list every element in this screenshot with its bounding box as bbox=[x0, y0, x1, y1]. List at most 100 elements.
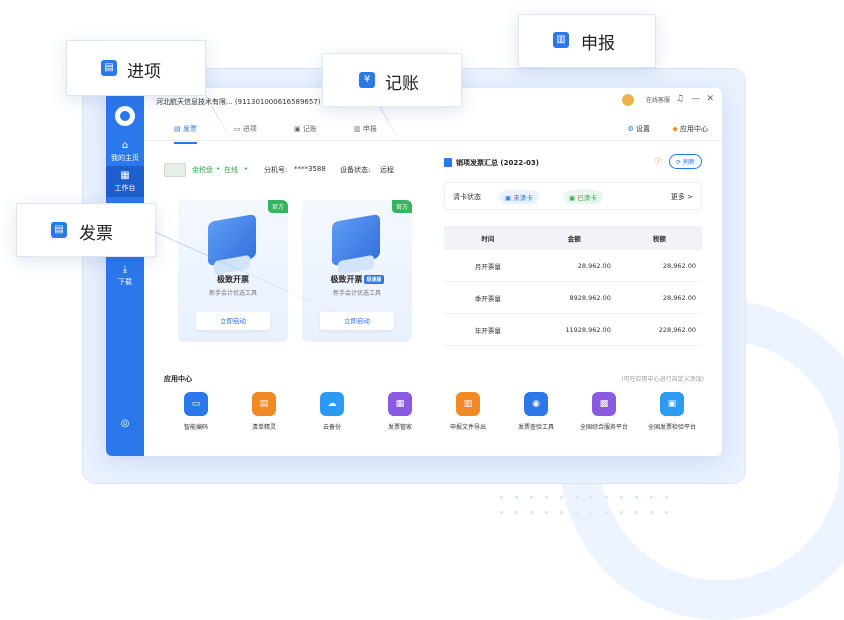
gear-icon: ⚙ bbox=[627, 125, 634, 133]
branch-value: ****3588 bbox=[294, 165, 326, 173]
app-item[interactable]: ▦ 发票管家 bbox=[368, 392, 432, 431]
app-center-hint: (可在应用中心进行自定义添加) bbox=[621, 376, 704, 383]
tax-cell: 228,962.00 bbox=[616, 313, 702, 346]
tax-cell: 28,962.00 bbox=[616, 281, 702, 314]
callout-jinxiang: ▤ 进项 bbox=[66, 40, 206, 96]
tab-fapiao[interactable]: ▤ 发票 bbox=[174, 124, 197, 144]
grid-icon: ▦ bbox=[120, 170, 130, 181]
sidebar-item-home[interactable]: ⌂ 我的主页 bbox=[106, 140, 144, 163]
list-icon: ▤ bbox=[252, 392, 276, 416]
yuan-icon: ¥ bbox=[359, 72, 375, 88]
sidebar-item-label: 我的主页 bbox=[111, 154, 139, 162]
col-amount: 金额 bbox=[531, 226, 617, 250]
product-name-text: 极致开票 bbox=[217, 275, 249, 284]
product-card: 官方 极致开票 新手会计优选工具 立即启动 bbox=[178, 200, 288, 342]
launch-button[interactable]: 立即启动 bbox=[196, 312, 270, 330]
cleared-label: 已清卡 bbox=[577, 194, 597, 202]
app-item[interactable]: ▣ 全国发票检验平台 bbox=[640, 392, 704, 431]
card-icon: ▣ bbox=[505, 194, 512, 202]
sidebar-item-workbench[interactable]: ▦ 工作台 bbox=[106, 166, 144, 197]
app-item[interactable]: ☁ 云备份 bbox=[300, 392, 364, 431]
sidebar-item-label: 下载 bbox=[118, 278, 132, 286]
tab-label: 进项 bbox=[242, 125, 257, 133]
not-cleared-label: 未清卡 bbox=[513, 194, 533, 202]
app-item[interactable]: ▥ 申报文件导出 bbox=[436, 392, 500, 431]
product-desc: 新手会计优选工具 bbox=[208, 290, 257, 297]
company-name: 河北航天信息技术有限... (911301000616589657) bbox=[156, 98, 321, 106]
invoice-manager-icon: ▦ bbox=[388, 392, 412, 416]
callout-label: 申报 bbox=[581, 34, 615, 54]
app-window: ⌂ 我的主页 ▦ 工作台 ⤓ 下载 ◎ 河北航天信息技术有限... (91130… bbox=[106, 88, 722, 456]
warning-icon[interactable]: ⓘ bbox=[655, 156, 662, 166]
refresh-label: 刷新 bbox=[682, 159, 695, 166]
invoice-icon: ▤ bbox=[51, 222, 67, 238]
app-label: 发票管家 bbox=[387, 424, 412, 431]
app-label: 发票查验工具 bbox=[517, 424, 554, 431]
tab-jinxiang[interactable]: ▭ 进项 bbox=[234, 124, 257, 134]
tab-shenbao[interactable]: ▥ 申报 bbox=[354, 124, 377, 134]
row-label: 月开票量 bbox=[444, 250, 532, 282]
new-badge: 极速版 bbox=[364, 275, 384, 284]
service-avatar bbox=[622, 94, 634, 106]
export-icon: ▥ bbox=[456, 392, 480, 416]
product-name-text: 极致开票 bbox=[330, 275, 363, 284]
online-service-button[interactable]: 在线客服 bbox=[646, 95, 670, 104]
download-icon: ⤓ bbox=[122, 264, 128, 275]
refresh-icon: ⟳ bbox=[676, 159, 682, 166]
app-item[interactable]: ▩ 全国综合服务平台 bbox=[572, 392, 636, 431]
tab-label: 申报 bbox=[362, 125, 377, 133]
table-row: 月开票量 28,962.00 28,962.00 bbox=[444, 250, 702, 282]
declare-icon: ▥ bbox=[553, 32, 569, 48]
app-center-title: 应用中心 bbox=[164, 375, 192, 383]
summary-table: 时间 金额 税额 月开票量 28,962.00 28,962.00 季开票量 8… bbox=[444, 226, 702, 346]
callout-label: 记账 bbox=[385, 74, 419, 94]
sidebar-item-label: 工作台 bbox=[114, 184, 136, 192]
device-state-label: 设备状态: bbox=[340, 166, 371, 174]
minimize-button[interactable]: — bbox=[691, 94, 700, 104]
tax-cell: 28,962.00 bbox=[616, 250, 702, 282]
tab-label: 发票 bbox=[182, 125, 197, 133]
table-row: 季开票量 8928,962.00 28,962.00 bbox=[444, 281, 702, 314]
settings-button[interactable]: ⚙ 设置 bbox=[627, 124, 650, 134]
invoice-summary-panel: 销项发票汇总 (2022-03) ⓘ ⟳ 刷新 清卡状态 ▣ 未清卡 ▣ 已清卡… bbox=[444, 152, 702, 348]
help-icon[interactable]: ◎ bbox=[106, 418, 144, 429]
verify-icon: ◉ bbox=[524, 392, 548, 416]
app-label: 云备份 bbox=[322, 424, 341, 431]
sidebar: ⌂ 我的主页 ▦ 工作台 ⤓ 下载 ◎ bbox=[106, 88, 144, 456]
table-row: 年开票量 11928,962.00 228,962.00 bbox=[444, 313, 702, 346]
app-item[interactable]: ▭ 智能编码 bbox=[164, 392, 228, 431]
callout-label: 发票 bbox=[79, 224, 113, 244]
close-button[interactable]: ✕ bbox=[706, 94, 714, 104]
sidebar-item-download[interactable]: ⤓ 下载 bbox=[106, 264, 144, 287]
more-link[interactable]: 更多 > bbox=[671, 192, 693, 202]
official-badge: 官方 bbox=[267, 200, 288, 213]
branch-label: 分机号: bbox=[264, 166, 288, 174]
cloud-icon: ☁ bbox=[320, 392, 344, 416]
bell-icon[interactable]: ♫ bbox=[676, 94, 684, 104]
incoming-invoice-icon: ▤ bbox=[101, 60, 117, 76]
amount-cell: 8928,962.00 bbox=[531, 281, 617, 314]
summary-icon bbox=[444, 158, 452, 167]
app-label: 全国发票检验平台 bbox=[647, 424, 696, 431]
app-item[interactable]: ▤ 清单精灵 bbox=[232, 392, 296, 431]
clear-status-row: 清卡状态 ▣ 未清卡 ▣ 已清卡 更多 > bbox=[444, 182, 702, 210]
app-label: 全国综合服务平台 bbox=[579, 424, 628, 431]
device-status: 金税盘 • 在线 • 分机号: ****3588 设备状态: 远程 bbox=[164, 160, 408, 182]
row-label: 年开票量 bbox=[444, 313, 532, 346]
app-item[interactable]: ◉ 发票查验工具 bbox=[504, 392, 568, 431]
cleared-chip[interactable]: ▣ 已清卡 bbox=[563, 190, 603, 204]
not-cleared-chip[interactable]: ▣ 未清卡 bbox=[499, 190, 539, 204]
app-center-button[interactable]: ◆ 应用中心 bbox=[672, 124, 708, 134]
platform-icon: ▩ bbox=[592, 392, 616, 416]
tab-jizhang[interactable]: ▣ 记账 bbox=[294, 124, 317, 134]
separator: • bbox=[216, 165, 221, 173]
table-header: 时间 金额 税额 bbox=[444, 226, 702, 250]
product-logo bbox=[332, 213, 380, 267]
refresh-button[interactable]: ⟳ 刷新 bbox=[669, 154, 702, 169]
row-label: 季开票量 bbox=[444, 281, 532, 314]
app-label: 清单精灵 bbox=[251, 424, 276, 431]
official-badge: 官方 bbox=[391, 200, 412, 213]
app-center-section: 应用中心 (可在应用中心进行自定义添加) ▭ 智能编码 ▤ 清单精灵 ☁ 云备份 ▦ 发… bbox=[164, 370, 704, 450]
app-label: 申报文件导出 bbox=[449, 424, 486, 431]
device-state-value: 远程 bbox=[380, 166, 394, 174]
